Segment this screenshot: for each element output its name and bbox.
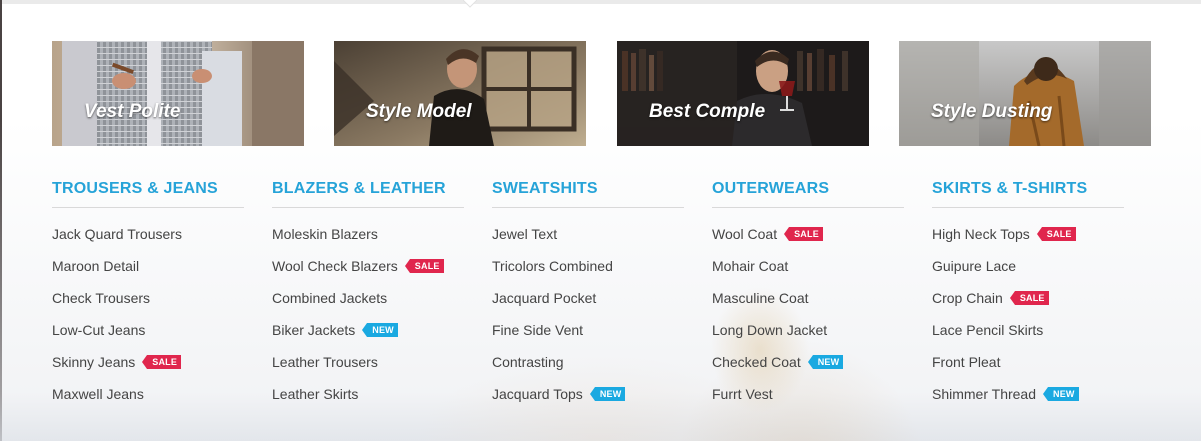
menu-link[interactable]: Jacquard Tops NEW: [492, 385, 684, 417]
menu-link-label[interactable]: Skinny Jeans: [52, 353, 135, 371]
column-link-list: Wool Coat SALE Mohair Coat Masculine Coat…: [712, 225, 904, 417]
menu-link-label[interactable]: Guipure Lace: [932, 257, 1016, 275]
menu-link-label[interactable]: Combined Jackets: [272, 289, 387, 307]
menu-link-label[interactable]: Crop Chain: [932, 289, 1003, 307]
sale-badge: SALE: [142, 355, 182, 369]
new-badge: NEW: [807, 355, 844, 369]
menu-link[interactable]: Guipure Lace: [932, 257, 1124, 289]
banner-label: Style Dusting: [931, 101, 1053, 122]
new-badge: NEW: [589, 387, 626, 401]
menu-link[interactable]: Contrasting: [492, 353, 684, 385]
menu-link-label[interactable]: Jacquard Tops: [492, 385, 583, 403]
banner-label: Style Model: [366, 101, 472, 122]
banner-image: [52, 41, 304, 146]
menu-link[interactable]: Leather Trousers: [272, 353, 464, 385]
menu-link-label[interactable]: Contrasting: [492, 353, 564, 371]
column-link-list: Jewel Text Tricolors Combined Jacquard P…: [492, 225, 684, 417]
sale-badge: SALE: [1009, 291, 1049, 305]
column-heading[interactable]: SWEATSHITS: [492, 180, 684, 208]
new-badge: NEW: [362, 323, 398, 337]
column-heading[interactable]: BLAZERS & LEATHER: [272, 180, 464, 208]
column-link-list: Jack Quard Trousers Maroon Detail Check …: [52, 225, 244, 417]
menu-link[interactable]: Maroon Detail: [52, 257, 244, 289]
menu-link[interactable]: Leather Skirts: [272, 385, 464, 417]
banner-image: [617, 41, 869, 146]
menu-link[interactable]: Tricolors Combined: [492, 257, 684, 289]
column-heading[interactable]: OUTERWEARS: [712, 180, 904, 208]
menu-link[interactable]: Furrt Vest: [712, 385, 904, 417]
banner-row: Vest Polite Style Model Best Comple Styl…: [0, 0, 1201, 160]
menu-link-label[interactable]: Shimmer Thread: [932, 385, 1036, 403]
menu-link[interactable]: Lace Pencil Skirts: [932, 321, 1124, 353]
menu-link[interactable]: Front Pleat: [932, 353, 1124, 385]
menu-link-label[interactable]: High Neck Tops: [932, 225, 1030, 243]
new-badge: NEW: [1043, 387, 1079, 401]
menu-link[interactable]: Wool Check Blazers SALE: [272, 257, 464, 289]
menu-link[interactable]: Maxwell Jeans: [52, 385, 244, 417]
menu-link-label[interactable]: Maroon Detail: [52, 257, 139, 275]
menu-link[interactable]: Jack Quard Trousers: [52, 225, 244, 257]
menu-link[interactable]: Wool Coat SALE: [712, 225, 904, 257]
menu-link-label[interactable]: Jewel Text: [492, 225, 557, 243]
menu-link[interactable]: Mohair Coat: [712, 257, 904, 289]
menu-link-label[interactable]: Long Down Jacket: [712, 321, 827, 339]
menu-link-label[interactable]: Biker Jackets: [272, 321, 355, 339]
sale-badge: SALE: [1036, 227, 1076, 241]
menu-link-label[interactable]: Furrt Vest: [712, 385, 773, 403]
menu-link[interactable]: Biker Jackets NEW: [272, 321, 464, 353]
menu-link[interactable]: Moleskin Blazers: [272, 225, 464, 257]
menu-column-skirts-tshirts: SKIRTS & T-SHIRTS High Neck Tops SALE Gui…: [932, 180, 1124, 417]
menu-link-label[interactable]: Jack Quard Trousers: [52, 225, 182, 243]
menu-link-label[interactable]: Wool Check Blazers: [272, 257, 398, 275]
menu-column-trousers-jeans: TROUSERS & JEANS Jack Quard Trousers Mar…: [52, 180, 244, 417]
column-heading[interactable]: TROUSERS & JEANS: [52, 180, 244, 208]
menu-link[interactable]: Fine Side Vent: [492, 321, 684, 353]
menu-link-label[interactable]: Jacquard Pocket: [492, 289, 596, 307]
menu-link-label[interactable]: Masculine Coat: [712, 289, 809, 307]
menu-link[interactable]: Check Trousers: [52, 289, 244, 321]
menu-column-outerwears: OUTERWEARS Wool Coat SALE Mohair Coat Mas…: [712, 180, 904, 417]
menu-link-label[interactable]: Maxwell Jeans: [52, 385, 144, 403]
banner-label: Vest Polite: [84, 101, 181, 122]
menu-link-label[interactable]: Front Pleat: [932, 353, 1000, 371]
menu-column-blazers-leather: BLAZERS & LEATHER Moleskin Blazers Wool …: [272, 180, 464, 417]
menu-link-label[interactable]: Mohair Coat: [712, 257, 788, 275]
menu-link[interactable]: Skinny Jeans SALE: [52, 353, 244, 385]
menu-link-label[interactable]: Wool Coat: [712, 225, 777, 243]
menu-link[interactable]: Low-Cut Jeans: [52, 321, 244, 353]
sale-badge: SALE: [404, 259, 444, 273]
menu-link-label[interactable]: Fine Side Vent: [492, 321, 583, 339]
menu-link-label[interactable]: Leather Skirts: [272, 385, 358, 403]
menu-link[interactable]: Masculine Coat: [712, 289, 904, 321]
menu-link[interactable]: Crop Chain SALE: [932, 289, 1124, 321]
column-link-list: Moleskin Blazers Wool Check Blazers SALE …: [272, 225, 464, 417]
menu-link[interactable]: Shimmer Thread NEW: [932, 385, 1124, 417]
menu-link[interactable]: Jewel Text: [492, 225, 684, 257]
menu-link-label[interactable]: Leather Trousers: [272, 353, 378, 371]
banner-image: [334, 41, 586, 146]
banner-image: [899, 41, 1151, 146]
menu-link-label[interactable]: Lace Pencil Skirts: [932, 321, 1043, 339]
menu-link-label[interactable]: Moleskin Blazers: [272, 225, 378, 243]
mega-menu-panel: Vest Polite Style Model Best Comple Styl…: [0, 0, 1201, 441]
menu-link-label[interactable]: Checked Coat: [712, 353, 801, 371]
menu-link-label[interactable]: Low-Cut Jeans: [52, 321, 145, 339]
menu-link[interactable]: High Neck Tops SALE: [932, 225, 1124, 257]
menu-link[interactable]: Checked Coat NEW: [712, 353, 904, 385]
menu-link[interactable]: Combined Jackets: [272, 289, 464, 321]
column-link-list: High Neck Tops SALE Guipure Lace Crop Cha…: [932, 225, 1124, 417]
menu-link[interactable]: Jacquard Pocket: [492, 289, 684, 321]
menu-link[interactable]: Long Down Jacket: [712, 321, 904, 353]
column-heading[interactable]: SKIRTS & T-SHIRTS: [932, 180, 1124, 208]
banner-style-dusting[interactable]: Style Dusting: [899, 41, 1151, 146]
menu-link-label[interactable]: Check Trousers: [52, 289, 150, 307]
banner-best-comple[interactable]: Best Comple: [617, 41, 869, 146]
banner-label: Best Comple: [649, 101, 766, 122]
menu-column-sweatshits: SWEATSHITS Jewel Text Tricolors Combined…: [492, 180, 684, 417]
banner-vest-polite[interactable]: Vest Polite: [52, 41, 304, 146]
banner-style-model[interactable]: Style Model: [334, 41, 586, 146]
menu-link-label[interactable]: Tricolors Combined: [492, 257, 613, 275]
sale-badge: SALE: [784, 227, 823, 241]
